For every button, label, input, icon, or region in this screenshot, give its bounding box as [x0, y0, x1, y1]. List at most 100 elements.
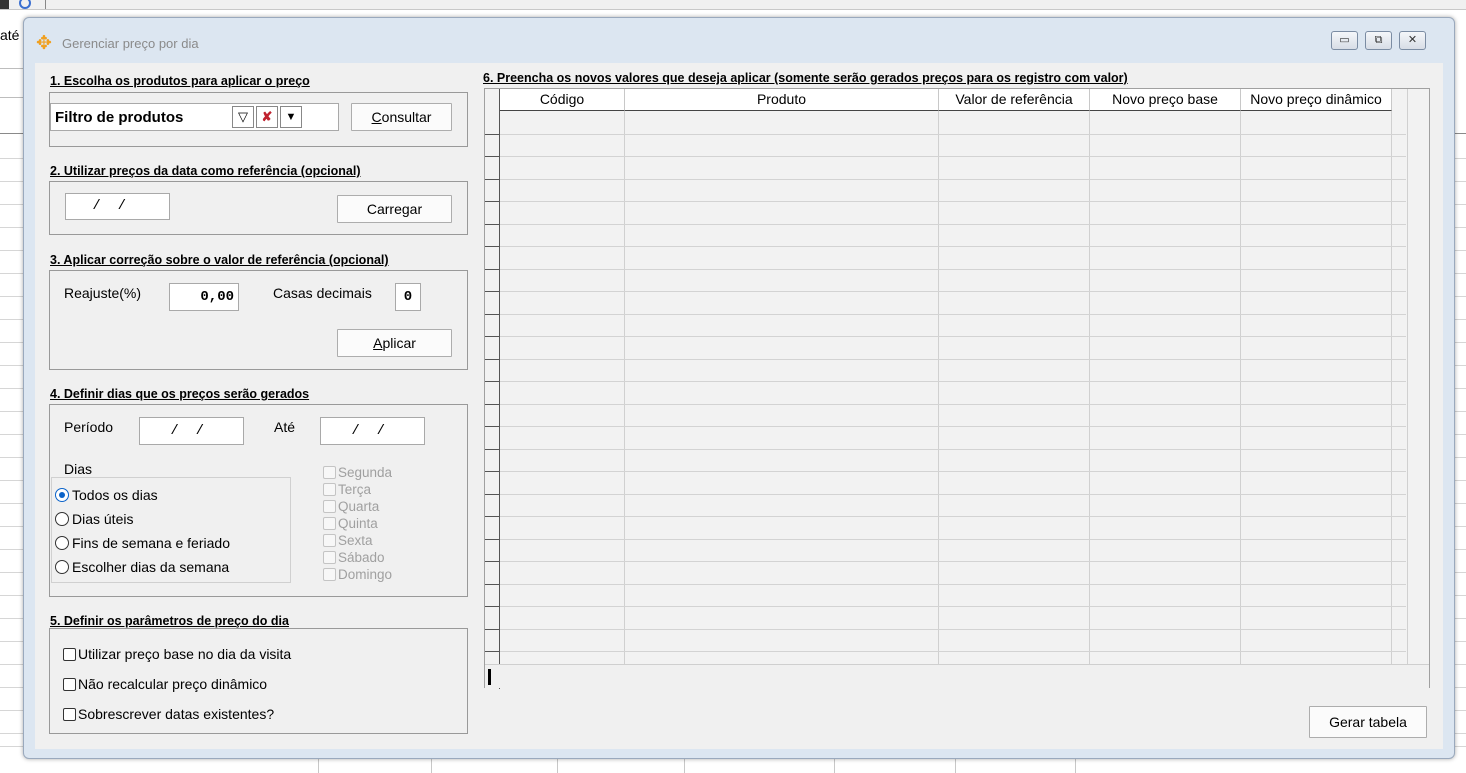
checkbox-icon — [323, 500, 336, 513]
gerar-tabela-button[interactable]: Gerar tabela — [1309, 706, 1427, 738]
consultar-label: onsultar — [381, 109, 432, 125]
aplicar-label: plicar — [382, 335, 416, 351]
consultar-button[interactable]: Consultar — [351, 103, 452, 131]
weekday-label: Segunda — [338, 465, 393, 480]
checkbox-sexta: Sexta — [323, 533, 373, 550]
reajuste-field[interactable]: 0,00 — [169, 283, 239, 311]
radio-selected-icon[interactable] — [55, 488, 69, 502]
row-indicator-tick — [485, 224, 500, 225]
checkbox-icon[interactable] — [63, 648, 76, 661]
section1-title: 1. Escolha os produtos para aplicar o pr… — [50, 74, 310, 88]
checkbox-segunda: Segunda — [323, 465, 392, 482]
grid-vertical-divider — [1407, 89, 1408, 664]
background-toolbar-separator — [45, 0, 46, 9]
prices-grid[interactable]: Código Produto Valor de referência Novo … — [484, 88, 1430, 689]
table-row — [500, 426, 1406, 427]
dialog-client-area: 1. Escolha os produtos para aplicar o pr… — [35, 63, 1443, 749]
periodo-label: Período — [64, 419, 114, 435]
carregar-button[interactable]: Carregar — [337, 195, 452, 223]
row-indicator-tick — [485, 449, 500, 450]
table-row — [500, 629, 1406, 630]
checkbox-sobrescrever[interactable]: Sobrescrever datas existentes? — [63, 706, 274, 722]
column-header-produto[interactable]: Produto — [625, 89, 939, 111]
aplicar-button[interactable]: Aplicar — [337, 329, 452, 357]
clear-filter-icon[interactable]: ✘ — [256, 106, 278, 128]
casas-decimais-label: Casas decimais — [273, 285, 372, 301]
table-row — [500, 314, 1406, 315]
dias-label: Dias — [64, 461, 93, 477]
weekday-label: Terça — [338, 482, 372, 497]
row-indicator-tick — [485, 651, 500, 652]
checkbox-icon — [323, 534, 336, 547]
casas-decimais-field[interactable]: 0 — [395, 283, 421, 311]
radio-label: Fins de semana e feriado — [72, 535, 230, 551]
row-indicator-tick — [485, 134, 500, 135]
grid-column — [1090, 111, 1241, 664]
radio-icon[interactable] — [55, 536, 69, 550]
checkbox-icon[interactable] — [63, 708, 76, 721]
row-indicator-tick — [485, 201, 500, 202]
table-row — [500, 359, 1406, 360]
table-row — [500, 246, 1406, 247]
radio-todos-os-dias[interactable]: Todos os dias — [55, 487, 158, 505]
reajuste-label: Reajuste(%) — [64, 285, 142, 301]
table-row — [500, 291, 1406, 292]
column-header-valor-referencia[interactable]: Valor de referência — [939, 89, 1090, 111]
app-logo-icon: ✥ — [36, 33, 52, 54]
filter-dropdown-icon[interactable]: ▼ — [280, 106, 302, 128]
dialog-title: Gerenciar preço por dia — [62, 36, 199, 51]
reference-date-field[interactable]: / / — [65, 193, 170, 220]
checkbox-label: Não recalcular preço dinâmico — [78, 676, 268, 692]
periodo-end-field[interactable]: / / — [320, 417, 425, 445]
maximize-button[interactable]: ⧉ — [1365, 31, 1392, 50]
checkbox-quarta: Quarta — [323, 499, 379, 516]
weekday-label: Domingo — [338, 567, 393, 582]
periodo-start-field[interactable]: / / — [139, 417, 244, 445]
close-button[interactable]: ✕ — [1399, 31, 1426, 50]
background-toolbar-icon[interactable] — [0, 0, 9, 9]
radio-label: Todos os dias — [72, 487, 158, 503]
table-row — [500, 381, 1406, 382]
row-indicator-tick — [485, 291, 500, 292]
table-row — [500, 179, 1406, 180]
product-filter-label: Filtro de produtos — [55, 109, 184, 126]
weekday-label: Quarta — [338, 499, 380, 514]
column-header-codigo[interactable]: Código — [500, 89, 625, 111]
dialog-titlebar[interactable]: ✥ Gerenciar preço por dia ▭ ⧉ ✕ — [24, 18, 1454, 64]
row-indicator-tick — [485, 471, 500, 472]
column-header-novo-preco-dinamico[interactable]: Novo preço dinâmico — [1241, 89, 1392, 111]
table-row — [500, 404, 1406, 405]
filter-icon[interactable]: ▽ — [232, 106, 254, 128]
minimize-button[interactable]: ▭ — [1331, 31, 1358, 50]
background-toolbar — [0, 0, 1466, 10]
radio-dias-uteis[interactable]: Dias úteis — [55, 511, 133, 529]
table-row — [500, 471, 1406, 472]
checkbox-icon — [323, 551, 336, 564]
row-indicator-tick — [485, 156, 500, 157]
checkbox-icon — [323, 517, 336, 530]
checkbox-sabado: Sábado — [323, 550, 385, 567]
grid-text-cursor — [488, 669, 491, 685]
radio-fins-de-semana[interactable]: Fins de semana e feriado — [55, 535, 230, 553]
row-indicator-tick — [485, 606, 500, 607]
radio-label: Dias úteis — [72, 511, 134, 527]
column-header-novo-preco-base[interactable]: Novo preço base — [1090, 89, 1241, 111]
radio-icon[interactable] — [55, 512, 69, 526]
table-row — [500, 156, 1406, 157]
section3-title: 3. Aplicar correção sobre o valor de ref… — [50, 253, 389, 267]
checkbox-nao-recalcular[interactable]: Não recalcular preço dinâmico — [63, 676, 267, 692]
checkbox-preco-base-visita[interactable]: Utilizar preço base no dia da visita — [63, 646, 291, 662]
grid-horizontal-scrollbar[interactable] — [485, 664, 1429, 688]
grid-column — [500, 111, 625, 664]
checkbox-icon[interactable] — [63, 678, 76, 691]
row-indicator-tick — [485, 426, 500, 427]
weekday-label: Quinta — [338, 516, 378, 531]
radio-escolher-dias[interactable]: Escolher dias da semana — [55, 559, 229, 577]
product-filter-box[interactable]: Filtro de produtos ▽ ✘ ▼ — [50, 103, 339, 131]
section5-title: 5. Definir os parâmetros de preço do dia — [50, 614, 289, 628]
row-indicator-tick — [485, 179, 500, 180]
table-row — [500, 269, 1406, 270]
radio-icon[interactable] — [55, 560, 69, 574]
checkbox-quinta: Quinta — [323, 516, 378, 533]
grid-column — [939, 111, 1090, 664]
